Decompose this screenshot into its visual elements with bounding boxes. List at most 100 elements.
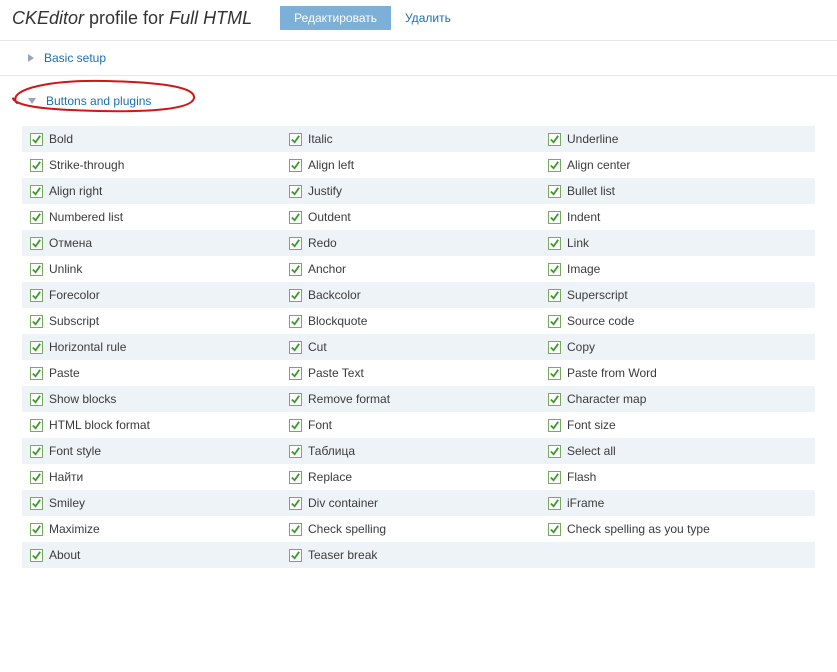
checkbox[interactable] [548,523,561,536]
checkbox[interactable] [548,393,561,406]
checkbox[interactable] [30,133,43,146]
checkbox[interactable] [548,341,561,354]
plugin-label: Horizontal rule [49,340,126,354]
checkbox[interactable] [548,185,561,198]
checkbox[interactable] [548,133,561,146]
fieldset-basic-setup[interactable]: Basic setup [0,40,837,76]
checkbox[interactable] [30,393,43,406]
plugin-cell: Show blocks [30,392,289,406]
checkbox[interactable] [548,419,561,432]
title-app: CKEditor [12,8,84,28]
checkbox[interactable] [548,367,561,380]
plugin-label: About [49,548,80,562]
checkbox[interactable] [289,263,302,276]
plugin-label: Justify [308,184,342,198]
tabs: Редактировать Удалить [280,6,451,30]
checkbox[interactable] [30,289,43,302]
plugin-label: Отмена [49,236,92,250]
checkbox[interactable] [30,185,43,198]
plugin-cell: Align right [30,184,289,198]
plugin-label: Show blocks [49,392,116,406]
plugin-cell: Italic [289,132,548,146]
page-title: CKEditor profile for Full HTML [12,8,252,29]
plugin-label: Outdent [308,210,351,224]
plugin-label: Teaser break [308,548,377,562]
plugin-cell: Teaser break [289,548,548,562]
checkbox[interactable] [30,237,43,250]
table-row: SmileyDiv containeriFrame [22,490,815,516]
checkbox[interactable] [289,185,302,198]
plugin-cell: Найти [30,470,289,484]
tab-delete[interactable]: Удалить [405,11,451,25]
tab-edit[interactable]: Редактировать [280,6,391,30]
plugin-cell: Check spelling [289,522,548,536]
checkbox[interactable] [30,497,43,510]
checkbox[interactable] [30,159,43,172]
checkbox[interactable] [30,341,43,354]
plugin-cell [548,548,807,562]
table-row: BoldItalicUnderline [22,126,815,152]
checkbox[interactable] [289,419,302,432]
checkbox[interactable] [289,237,302,250]
plugin-cell: Link [548,236,807,250]
plugin-cell: Таблица [289,444,548,458]
checkbox[interactable] [30,367,43,380]
checkbox[interactable] [289,445,302,458]
checkbox[interactable] [548,471,561,484]
plugin-label: Check spelling as you type [567,522,710,536]
checkbox[interactable] [30,471,43,484]
plugin-label: Div container [308,496,378,510]
table-row: Maximize Check spelling Check spelling as … [22,516,815,542]
plugin-label: Maximize [49,522,100,536]
checkbox[interactable] [289,549,302,562]
plugin-label: Strike-through [49,158,124,172]
checkbox[interactable] [30,211,43,224]
checkbox[interactable] [289,289,302,302]
plugin-label: Paste from Word [567,366,657,380]
table-row: Отмена Redo Link [22,230,815,256]
checkbox[interactable] [289,211,302,224]
checkbox[interactable] [548,497,561,510]
checkbox[interactable] [289,523,302,536]
plugin-cell: Source code [548,314,807,328]
checkbox[interactable] [289,315,302,328]
plugin-label: Align left [308,158,354,172]
checkbox[interactable] [289,159,302,172]
plugin-cell: Underline [548,132,807,146]
checkbox[interactable] [289,497,302,510]
plugin-label: Paste [49,366,80,380]
fieldset-buttons-plugins[interactable]: Buttons and plugins [0,84,837,118]
checkbox[interactable] [548,289,561,302]
checkbox[interactable] [30,523,43,536]
checkbox[interactable] [548,315,561,328]
plugin-cell: iFrame [548,496,807,510]
checkbox[interactable] [548,445,561,458]
checkbox[interactable] [289,471,302,484]
checkbox[interactable] [548,263,561,276]
checkbox[interactable] [30,549,43,562]
checkbox[interactable] [30,263,43,276]
plugin-label: Character map [567,392,646,406]
checkbox[interactable] [30,445,43,458]
table-row: Numbered listOutdentIndent [22,204,815,230]
checkbox[interactable] [289,341,302,354]
table-row: Show blocks Remove format Character map [22,386,815,412]
plugin-cell: Remove format [289,392,548,406]
plugin-cell: Horizontal rule [30,340,289,354]
plugin-label: Remove format [308,392,390,406]
checkbox[interactable] [289,367,302,380]
plugin-cell: Align left [289,158,548,172]
checkbox[interactable] [289,393,302,406]
checkbox[interactable] [30,419,43,432]
checkbox[interactable] [548,237,561,250]
plugin-label: Replace [308,470,352,484]
chevron-down-icon [28,98,36,104]
plugin-label: Redo [308,236,337,250]
plugin-cell: Flash [548,470,807,484]
checkbox[interactable] [548,211,561,224]
plugin-cell: Superscript [548,288,807,302]
checkbox[interactable] [289,133,302,146]
checkbox[interactable] [548,159,561,172]
checkbox[interactable] [30,315,43,328]
plugin-label: HTML block format [49,418,150,432]
